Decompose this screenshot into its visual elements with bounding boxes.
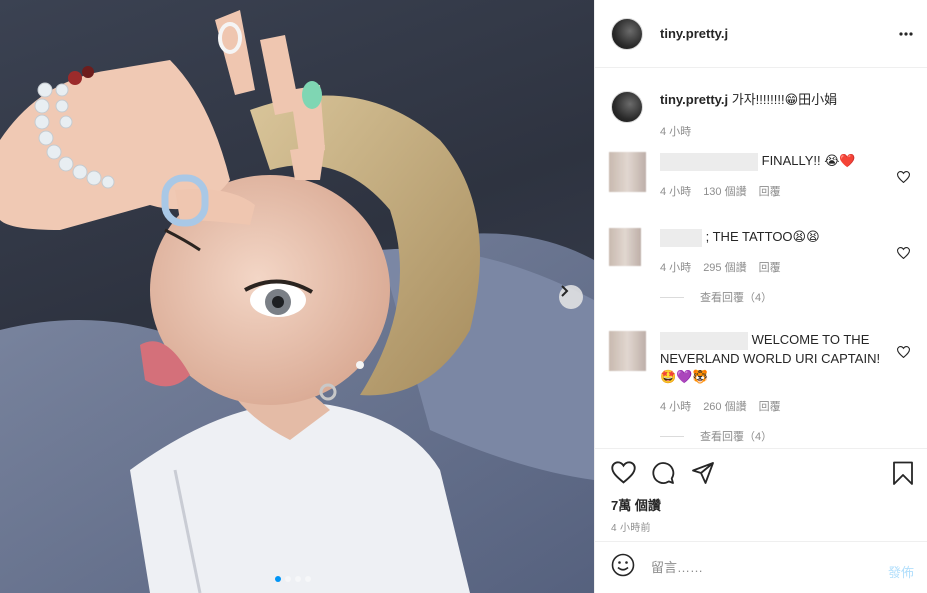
like-count[interactable]: 7萬 個讚 [611, 495, 661, 514]
comments-list[interactable]: tiny.pretty.j 가자!!!!!!!!😁田小娟 4 小時 FINALL… [595, 69, 927, 447]
comment-like-button[interactable] [896, 246, 911, 264]
divider [660, 297, 684, 299]
carousel-dot [295, 576, 301, 582]
chevron-right-icon [561, 285, 569, 297]
more-options-button[interactable] [898, 26, 914, 47]
post-author-username[interactable]: tiny.pretty.j [660, 26, 728, 41]
emoji-icon [611, 553, 635, 577]
add-comment-bar: 發佈 [595, 541, 927, 593]
reply-button[interactable]: 回覆 [759, 183, 781, 201]
comment-button[interactable] [651, 461, 675, 490]
post-side-panel: tiny.pretty.j tiny.pretty.j 가자!!!!!!!!😁田… [594, 0, 927, 593]
view-replies-button[interactable]: 查看回覆（4） [660, 428, 886, 446]
avatar[interactable] [611, 91, 643, 123]
avatar[interactable] [609, 331, 646, 371]
comment-username[interactable] [660, 152, 758, 171]
post-actions: 7萬 個讚 4 小時前 [595, 448, 927, 541]
comment-time[interactable]: 4 小時 [660, 259, 691, 277]
post-timestamp[interactable]: 4 小時前 [611, 519, 651, 534]
comment-likes[interactable]: 130 個讚 [703, 183, 746, 201]
view-replies-button[interactable]: 查看回覆（4） [660, 289, 886, 307]
comment-input[interactable] [651, 560, 871, 575]
heart-icon [896, 247, 911, 260]
heart-icon [896, 346, 911, 359]
heart-icon [896, 171, 911, 184]
next-slide-button[interactable] [559, 285, 583, 309]
divider [660, 436, 684, 438]
reply-button[interactable]: 回覆 [759, 259, 781, 277]
avatar[interactable] [609, 228, 641, 266]
post-header: tiny.pretty.j [595, 0, 927, 68]
carousel-dot [275, 576, 281, 582]
like-button[interactable] [611, 461, 636, 489]
comment-text: FINALLY!! 😭❤️ [761, 153, 856, 168]
comment-like-button[interactable] [896, 170, 911, 188]
emoji-button[interactable] [611, 553, 635, 582]
avatar[interactable] [609, 152, 646, 192]
comment-time[interactable]: 4 小時 [660, 183, 691, 201]
comment-text: ; THE TATTOO😫😫 [705, 229, 820, 244]
comment-likes[interactable]: 260 個讚 [703, 398, 746, 416]
view-replies-label: 查看回覆（4） [700, 430, 773, 443]
view-replies-label: 查看回覆（4） [700, 291, 773, 304]
comment-likes[interactable]: 295 個讚 [703, 259, 746, 277]
more-icon [899, 32, 913, 36]
caption-time[interactable]: 4 小時 [660, 123, 691, 141]
comment-icon [652, 462, 675, 484]
carousel-indicator [275, 576, 311, 582]
caption-text: 가자!!!!!!!!😁田小娟 [731, 92, 838, 107]
caption-username[interactable]: tiny.pretty.j [660, 92, 728, 107]
save-button[interactable] [892, 461, 914, 491]
reply-button[interactable]: 回覆 [759, 398, 781, 416]
comment-username[interactable] [660, 331, 748, 350]
photo-illustration [0, 10, 594, 593]
share-icon [692, 462, 714, 484]
share-button[interactable] [691, 461, 715, 490]
bookmark-icon [893, 461, 913, 485]
heart-icon [611, 461, 636, 484]
comment-username[interactable] [660, 228, 702, 247]
comment-like-button[interactable] [896, 345, 911, 363]
carousel-dot [305, 576, 311, 582]
post-comment-button[interactable]: 發佈 [888, 562, 914, 581]
comment-time[interactable]: 4 小時 [660, 398, 691, 416]
post-photo[interactable] [0, 0, 594, 593]
avatar[interactable] [611, 17, 643, 50]
carousel-dot [285, 576, 291, 582]
